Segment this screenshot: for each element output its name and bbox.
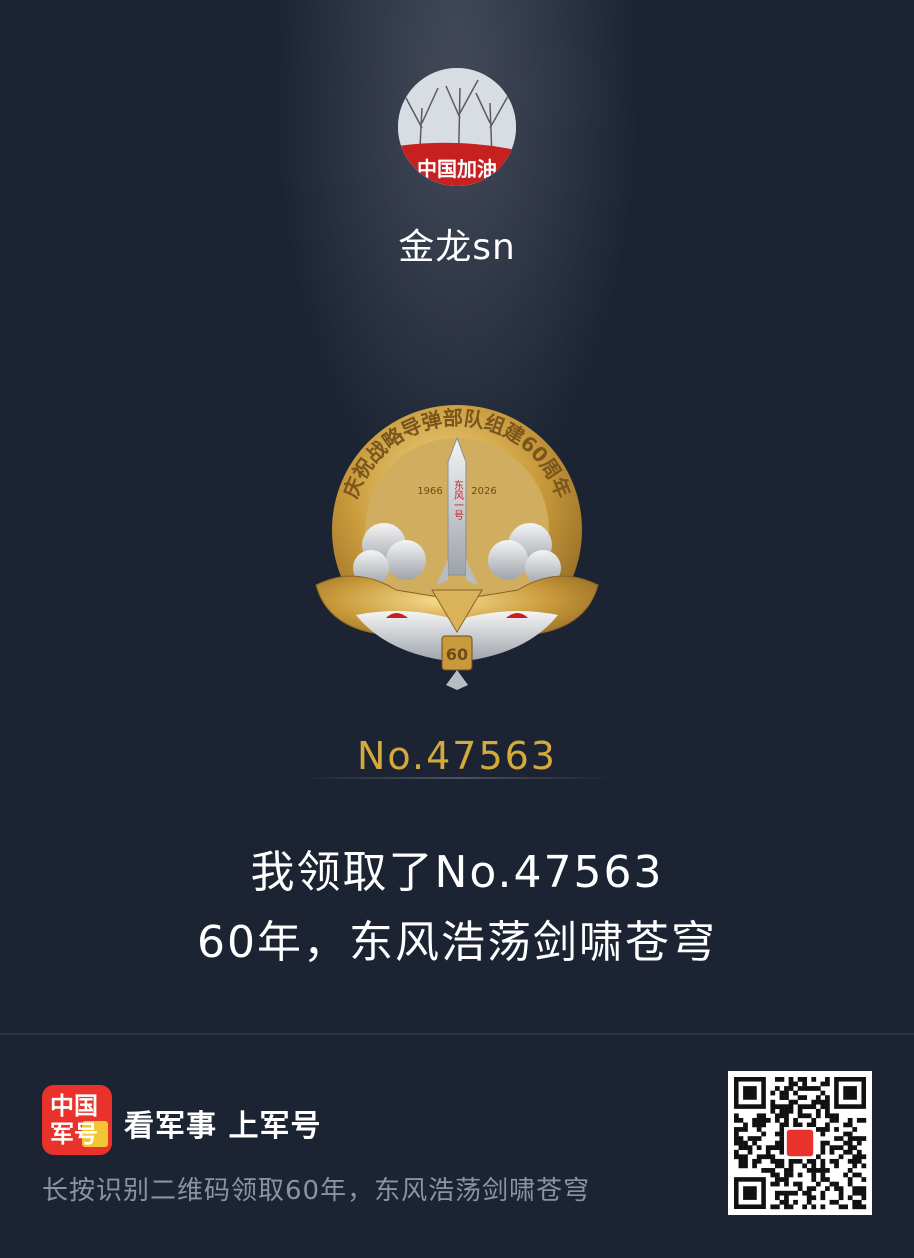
anniversary-medal: 庆祝战略导弹部队组建60周年 1966 2026 东风一号 60 bbox=[296, 400, 618, 692]
qr-code-graphic bbox=[734, 1077, 867, 1210]
brand-slogan: 看军事 上军号 bbox=[124, 1109, 322, 1144]
medal-rocket-label: 东风一号 bbox=[452, 479, 464, 521]
medal-badge-number: 60 bbox=[446, 645, 468, 664]
junhao-logo: 中国 军号 bbox=[42, 1085, 112, 1155]
avatar-caption: 中国加油 bbox=[417, 157, 497, 181]
share-poster: 中国加油 金龙sn 庆祝战略导弹部队组建60周年 1966 2026 东风一号 … bbox=[0, 0, 914, 1258]
message-line-2: 60年，东风浩荡剑啸苍穹 bbox=[197, 917, 717, 968]
logo-text-line2: 军号 bbox=[50, 1120, 98, 1148]
medal-year-end: 2026 bbox=[471, 486, 496, 497]
logo-text-line1: 中国 bbox=[50, 1092, 98, 1120]
serial-number: No.47563 bbox=[357, 734, 557, 778]
user-avatar: 中国加油 bbox=[398, 68, 516, 186]
medal-year-start: 1966 bbox=[417, 486, 442, 497]
user-nickname: 金龙sn bbox=[398, 227, 516, 268]
qr-hint-text: 长按识别二维码领取60年，东风浩荡剑啸苍穹 bbox=[42, 1176, 591, 1206]
message-line-1: 我领取了No.47563 bbox=[250, 847, 664, 898]
serial-underline bbox=[300, 777, 614, 779]
qr-code[interactable] bbox=[728, 1071, 872, 1215]
footer-divider bbox=[0, 1033, 914, 1035]
